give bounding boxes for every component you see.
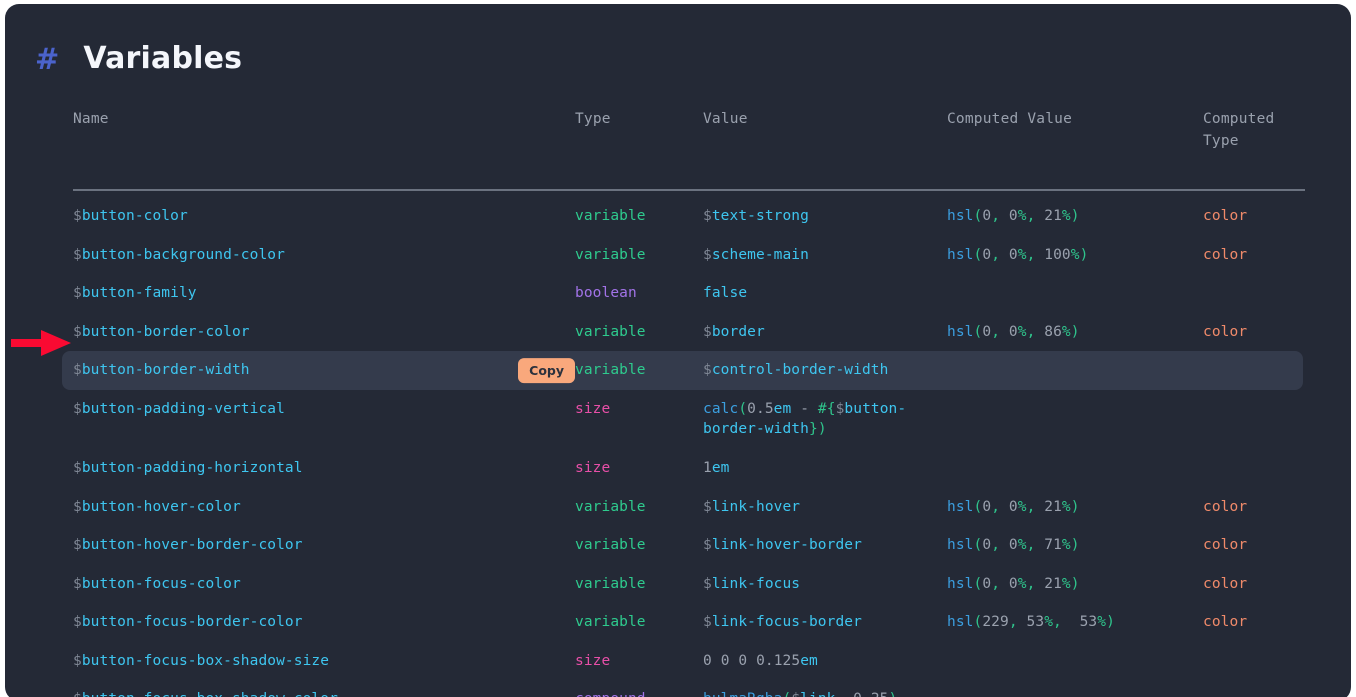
- cell-computed-value: hsl(0, 0%, 100%): [947, 246, 1089, 263]
- cell-computed-value: hsl(0, 0%, 21%): [947, 575, 1080, 592]
- cell-variable-name: $button-focus-color: [73, 575, 241, 592]
- cell-type: variable: [575, 537, 646, 554]
- column-header-name: Name: [73, 111, 109, 127]
- table-row[interactable]: $button-focus-border-color variable $link-…: [62, 603, 1305, 642]
- table-row[interactable]: $button-focus-box-shadow-size size 0 0 0 0…: [62, 642, 1305, 681]
- cell-value: $link-hover-border: [703, 537, 862, 554]
- cell-computed-type: color: [1203, 614, 1248, 631]
- cell-type: compound: [575, 689, 703, 697]
- cell-variable-name: $button-family: [73, 285, 197, 302]
- column-header-type: Type: [575, 111, 611, 127]
- cell-computed-type: color: [1203, 246, 1248, 263]
- column-header-computed-value: Computed Value: [947, 111, 1073, 127]
- variables-card: # Variables Name Type Value Computed Val…: [5, 4, 1351, 697]
- cell-value: $border: [703, 323, 765, 340]
- cell-type: variable: [575, 246, 646, 263]
- cell-computed-value: hsl(0, 0%, 86%): [947, 323, 1080, 340]
- cell-type: variable: [575, 207, 646, 224]
- page-heading: # Variables: [35, 44, 242, 74]
- table-row[interactable]: $button-border-color variable $border hsl(0…: [62, 313, 1305, 352]
- cell-variable-name: $button-focus-box-shadow-color: [73, 689, 575, 697]
- cell-variable-name: $button-focus-border-color: [73, 614, 303, 631]
- table-body: $button-color variable $text-strong hsl(0, …: [62, 191, 1305, 697]
- cell-variable-name: $button-border-color: [73, 323, 250, 340]
- cell-type: variable: [575, 498, 646, 515]
- table-row[interactable]: $button-color variable $text-strong hsl(0, …: [62, 197, 1305, 236]
- cell-type: boolean: [575, 285, 637, 302]
- cell-variable-name: $button-padding-vertical: [73, 400, 285, 417]
- cell-value: $link-focus-border: [703, 614, 862, 631]
- table-row[interactable]: $button-hover-border-color variable $link-…: [62, 526, 1305, 565]
- table-row[interactable]: $button-focus-color variable $link-focus hs…: [62, 565, 1305, 604]
- table-row[interactable]: $button-padding-vertical size calc(0.5em -…: [62, 390, 1305, 449]
- table-row[interactable]: $button-focus-box-shadow-colorcompoundbu…: [62, 680, 1305, 697]
- table-row[interactable]: $button-hover-color variable $link-hover hs…: [62, 488, 1305, 527]
- page-root: # Variables Name Type Value Computed Val…: [0, 0, 1356, 697]
- cell-computed-type: color: [1203, 537, 1248, 554]
- cell-variable-name: $button-border-width Copy: [73, 357, 575, 384]
- cell-value: $link-hover: [703, 498, 801, 515]
- cell-value: $text-strong: [703, 207, 809, 224]
- cell-value: 1em: [703, 459, 730, 476]
- cell-value: calc(0.5em - #{$button-border-width}): [703, 400, 907, 438]
- cell-computed-value: hsl(0, 0%, 21%): [947, 207, 1080, 224]
- cell-value: $control-border-width: [703, 362, 889, 379]
- cell-type: variable: [575, 575, 646, 592]
- cell-value: $link-focus: [703, 575, 801, 592]
- cell-computed-type: color: [1203, 575, 1248, 592]
- hash-icon: #: [35, 41, 60, 76]
- cell-computed-value: hsl(0, 0%, 71%): [947, 537, 1080, 554]
- cell-variable-name: $button-color: [73, 207, 188, 224]
- cell-variable-name: $button-background-color: [73, 246, 285, 263]
- variables-table: Name Type Value Computed Value Computed …: [62, 108, 1305, 697]
- page-title: Variables: [83, 41, 243, 76]
- cell-computed-type: color: [1203, 207, 1248, 224]
- cell-value: 0 0 0 0.125em: [703, 652, 818, 669]
- cell-type: variable: [575, 323, 646, 340]
- cell-variable-name: $button-hover-border-color: [73, 537, 303, 554]
- cell-type: size: [575, 459, 611, 476]
- cell-computed-value: hsl(0, 0%, 21%): [947, 498, 1080, 515]
- cell-variable-name: $button-focus-box-shadow-size: [73, 652, 330, 669]
- cell-type: size: [575, 652, 611, 669]
- cell-type: size: [575, 400, 611, 417]
- cell-type: variable: [575, 614, 646, 631]
- cell-value: bulmaRgba($link, 0.25): [703, 689, 947, 697]
- column-header-value: Value: [703, 111, 748, 127]
- table-row[interactable]: $button-padding-horizontal size 1em: [62, 449, 1305, 488]
- cell-computed-type: color: [1203, 323, 1248, 340]
- cell-value: $scheme-main: [703, 246, 809, 263]
- cell-computed-type: color: [1203, 498, 1248, 515]
- table-row[interactable]: $button-family boolean false: [62, 274, 1305, 313]
- cell-value: false: [703, 285, 748, 302]
- copy-button[interactable]: Copy: [518, 357, 575, 384]
- table-row[interactable]: $button-background-color variable $scheme-…: [62, 236, 1305, 275]
- cell-type: variable: [575, 362, 646, 379]
- cell-variable-name: $button-hover-color: [73, 498, 241, 515]
- column-header-computed-type: Computed Type: [1203, 111, 1275, 150]
- cell-computed-value: hsl(229, 53%, 53%): [947, 614, 1115, 631]
- cell-variable-name: $button-padding-horizontal: [73, 459, 303, 476]
- table-row[interactable]: $button-border-width Copy variable $control…: [62, 351, 1303, 390]
- table-header-row: Name Type Value Computed Value Computed …: [73, 108, 1305, 191]
